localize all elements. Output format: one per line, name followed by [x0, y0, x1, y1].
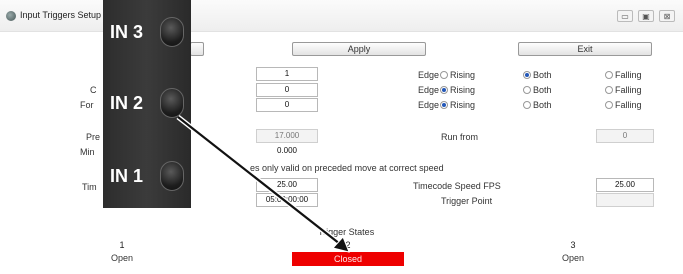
- exit-button[interactable]: Exit: [518, 42, 652, 56]
- run-from-label: Run from: [441, 132, 479, 142]
- time-label: Tim: [82, 182, 97, 192]
- both-radio[interactable]: Both: [523, 100, 552, 110]
- in-2-label: IN 2: [110, 93, 144, 113]
- radio-icon: [605, 71, 613, 79]
- pre-field[interactable]: 17.000: [256, 129, 318, 143]
- row-2-label: C: [90, 85, 97, 95]
- apply-button[interactable]: Apply: [292, 42, 426, 56]
- state-1-status: Open: [110, 253, 134, 263]
- state-2-status-closed: Closed: [292, 252, 404, 266]
- radio-selected-icon: [440, 101, 448, 109]
- timecode-fps-label: Timecode Speed FPS: [413, 181, 501, 191]
- falling-radio[interactable]: Falling: [605, 70, 642, 80]
- window-title: Input Triggers Setup: [20, 10, 102, 20]
- min-label: Min: [80, 147, 95, 157]
- speed-note: es only valid on preceded move at correc…: [250, 163, 444, 173]
- min-field: 0.000: [256, 144, 318, 158]
- state-3-status: Open: [561, 253, 585, 263]
- edge-label: Edge: [418, 85, 440, 95]
- app-icon: [6, 11, 16, 21]
- state-1-number: 1: [119, 240, 125, 250]
- rising-radio[interactable]: Rising: [440, 70, 475, 80]
- in-1-label: IN 1: [110, 166, 144, 186]
- both-radio[interactable]: Both: [523, 85, 552, 95]
- maximize-icon[interactable]: ▣: [638, 10, 654, 22]
- in-3-label: IN 3: [110, 22, 144, 42]
- time-field[interactable]: 25.00: [256, 178, 318, 192]
- timecode-field[interactable]: 05:00:00:00: [256, 193, 318, 207]
- close-icon[interactable]: ⊠: [659, 10, 675, 22]
- radio-icon: [440, 71, 448, 79]
- radio-icon: [605, 101, 613, 109]
- both-radio[interactable]: Both: [523, 70, 552, 80]
- falling-radio[interactable]: Falling: [605, 100, 642, 110]
- radio-selected-icon: [523, 71, 531, 79]
- radio-selected-icon: [440, 86, 448, 94]
- run-from-field[interactable]: 0: [596, 129, 654, 143]
- rising-radio[interactable]: Rising: [440, 85, 475, 95]
- input-2-value-field[interactable]: 0: [256, 83, 318, 97]
- pre-label: Pre: [86, 132, 101, 142]
- minimize-icon[interactable]: ▭: [617, 10, 633, 22]
- rising-radio[interactable]: Rising: [440, 100, 475, 110]
- in-3-knob-icon: [160, 17, 184, 47]
- input-1-value-field[interactable]: 0: [256, 98, 318, 112]
- state-2-number: 2: [345, 240, 351, 250]
- radio-icon: [523, 86, 531, 94]
- in-1-knob-icon: [160, 161, 184, 191]
- in-2-knob-icon: [160, 88, 184, 118]
- input-panel-overlay: IN 3 IN 2 IN 1: [103, 0, 191, 208]
- input-3-value-field[interactable]: 1: [256, 67, 318, 81]
- left-button-edge[interactable]: [190, 42, 204, 56]
- edge-label: Edge: [418, 70, 440, 80]
- row-3-label: For: [80, 100, 94, 110]
- radio-icon: [523, 101, 531, 109]
- trigger-states-title: Trigger States: [318, 227, 375, 237]
- timecode-fps-field[interactable]: 25.00: [596, 178, 654, 192]
- trigger-point-label: Trigger Point: [441, 196, 493, 206]
- radio-icon: [605, 86, 613, 94]
- edge-label: Edge: [418, 100, 440, 110]
- state-3-number: 3: [570, 240, 576, 250]
- trigger-point-field[interactable]: [596, 193, 654, 207]
- falling-radio[interactable]: Falling: [605, 85, 642, 95]
